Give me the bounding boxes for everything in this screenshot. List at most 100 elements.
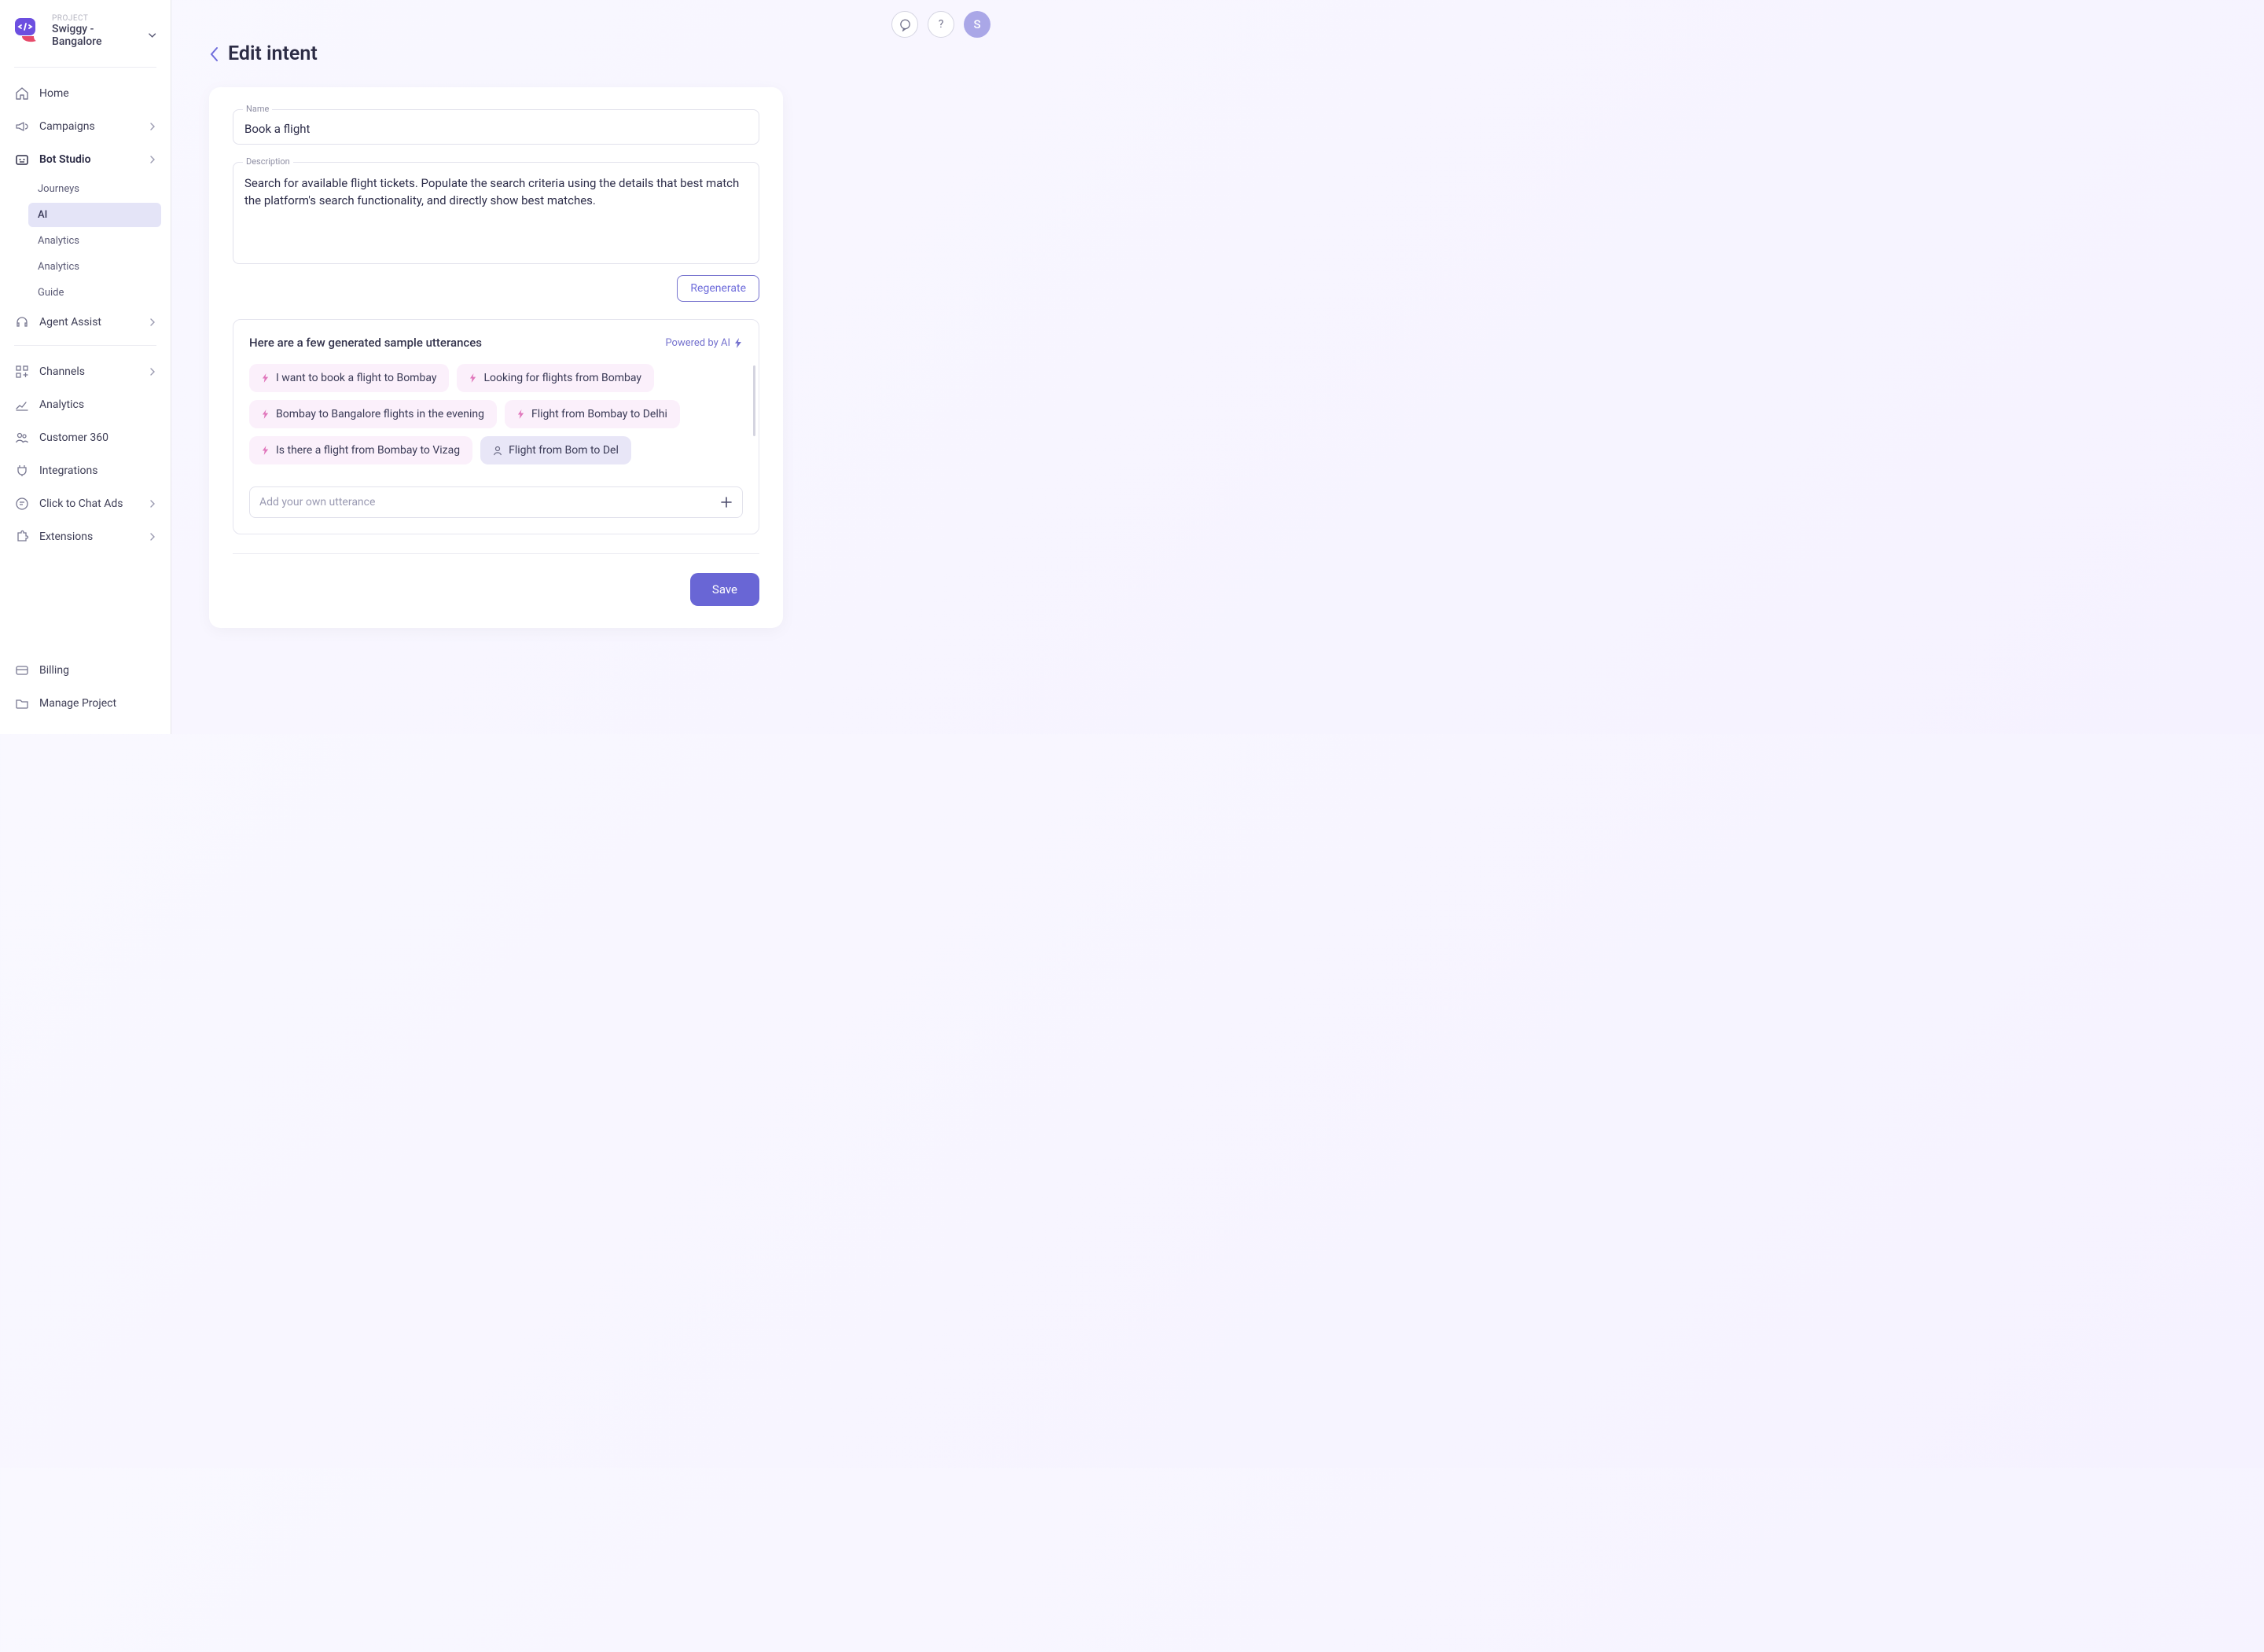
utterance-chip[interactable]: Is there a flight from Bombay to Vizag [249, 436, 472, 464]
utterance-chip[interactable]: Flight from Bombay to Delhi [505, 400, 680, 428]
utterance-text: Flight from Bombay to Delhi [531, 408, 667, 420]
grid-icon [14, 364, 30, 380]
sidebar-item-campaigns[interactable]: Campaigns [0, 110, 171, 143]
speech-bubble-icon [899, 18, 912, 31]
sidebar-item-agent-assist[interactable]: Agent Assist [0, 306, 171, 339]
utterances-title: Here are a few generated sample utteranc… [249, 336, 482, 350]
sidebar-item-home[interactable]: Home [0, 77, 171, 110]
plug-icon [14, 463, 30, 479]
add-utterance-input[interactable] [259, 496, 720, 508]
description-input[interactable] [244, 175, 748, 229]
folder-icon [14, 696, 30, 711]
users-icon [14, 430, 30, 446]
description-field-wrap: Description [233, 162, 759, 264]
card-footer: Save [233, 573, 759, 606]
bolt-icon [262, 373, 270, 383]
chevron-right-icon [149, 318, 156, 326]
utterance-text: Bombay to Bangalore flights in the eveni… [276, 408, 484, 420]
sidebar-item-label: Billing [39, 664, 156, 677]
bolt-icon [262, 446, 270, 455]
sidebar-item-customer360[interactable]: Customer 360 [0, 421, 171, 454]
sub-nav-bot-studio: Journeys AI Analytics Analytics Guide [0, 176, 171, 306]
person-icon [493, 446, 502, 456]
sidebar-item-integrations[interactable]: Integrations [0, 454, 171, 487]
sidebar-item-analytics[interactable]: Analytics [0, 388, 171, 421]
sidebar-subitem-analytics-1[interactable]: Analytics [28, 229, 161, 253]
card-icon [14, 663, 30, 678]
avatar-initial: S [973, 17, 980, 31]
bolt-icon [517, 409, 525, 419]
feedback-button[interactable] [891, 11, 918, 38]
utterances-header: Here are a few generated sample utteranc… [249, 336, 743, 350]
utterance-chip[interactable]: Bombay to Bangalore flights in the eveni… [249, 400, 497, 428]
sidebar-subitem-analytics-2[interactable]: Analytics [28, 255, 161, 279]
avatar[interactable]: S [964, 11, 990, 38]
divider [233, 553, 759, 554]
chevron-right-icon [149, 123, 156, 130]
bolt-icon [469, 373, 477, 383]
sidebar-item-label: Click to Chat Ads [39, 497, 139, 510]
chevron-left-icon [209, 46, 220, 63]
chevron-right-icon [149, 368, 156, 376]
home-icon [14, 86, 30, 101]
plus-icon [720, 496, 733, 508]
utterances-card: Here are a few generated sample utteranc… [233, 319, 759, 534]
logo-block: PROJECT Swiggy - Bangalore [0, 14, 171, 61]
name-field-wrap: Name [233, 109, 759, 145]
sidebar-item-manage-project[interactable]: Manage Project [0, 687, 171, 720]
utterance-text: Flight from Bom to Del [509, 444, 619, 457]
sidebar-subitem-journeys[interactable]: Journeys [28, 177, 161, 201]
sidebar-item-label: Bot Studio [39, 153, 139, 166]
megaphone-icon [14, 119, 30, 134]
bolt-icon [734, 338, 743, 348]
back-button[interactable] [209, 46, 220, 63]
sidebar-item-label: Channels [39, 365, 139, 378]
regenerate-row: Regenerate [233, 275, 759, 302]
name-input[interactable] [244, 122, 748, 136]
nav-secondary: Channels Analytics Customer 360 Integrat… [0, 355, 171, 553]
utterance-chip[interactable]: I want to book a flight to Bombay [249, 364, 449, 392]
bot-icon [14, 152, 30, 167]
question-icon: ? [939, 18, 944, 31]
description-label: Description [243, 156, 293, 167]
chevron-right-icon [149, 533, 156, 541]
save-button[interactable]: Save [690, 573, 759, 606]
sidebar-item-click-to-chat[interactable]: Click to Chat Ads [0, 487, 171, 520]
add-utterance-button[interactable] [720, 496, 733, 508]
bolt-icon [262, 409, 270, 419]
chart-icon [14, 397, 30, 413]
sidebar-item-label: Home [39, 87, 156, 100]
chevron-right-icon [149, 500, 156, 508]
puzzle-icon [14, 529, 30, 545]
help-button[interactable]: ? [928, 11, 954, 38]
page-title: Edit intent [228, 42, 318, 65]
sidebar-item-billing[interactable]: Billing [0, 654, 171, 687]
utterance-text: I want to book a flight to Bombay [276, 372, 436, 384]
sidebar-item-label: Analytics [39, 398, 156, 411]
scrollbar-thumb[interactable] [753, 365, 755, 436]
utterance-text: Looking for flights from Bombay [483, 372, 641, 384]
utterance-chip-user[interactable]: Flight from Bom to Del [480, 436, 631, 464]
sidebar-item-label: Agent Assist [39, 316, 139, 329]
divider [14, 345, 156, 346]
project-name: Swiggy - Bangalore [52, 23, 142, 48]
chevron-down-icon [148, 31, 156, 40]
project-selector[interactable]: Swiggy - Bangalore [52, 23, 156, 48]
regenerate-button[interactable]: Regenerate [677, 275, 759, 302]
nav-bottom: Billing Manage Project [0, 654, 171, 720]
divider [14, 67, 156, 68]
sidebar-item-channels[interactable]: Channels [0, 355, 171, 388]
sidebar-subitem-ai[interactable]: AI [28, 203, 161, 227]
page-header: Edit intent [209, 42, 956, 65]
sidebar-item-bot-studio[interactable]: Bot Studio [0, 143, 171, 176]
sidebar-item-extensions[interactable]: Extensions [0, 520, 171, 553]
utterance-list: I want to book a flight to Bombay Lookin… [249, 364, 743, 464]
chat-icon [14, 496, 30, 512]
utterance-text: Is there a flight from Bombay to Vizag [276, 444, 460, 457]
sidebar-item-label: Extensions [39, 530, 139, 543]
headset-icon [14, 314, 30, 330]
sidebar-subitem-guide[interactable]: Guide [28, 281, 161, 305]
sidebar-item-label: Integrations [39, 464, 156, 477]
sidebar-item-label: Manage Project [39, 697, 156, 710]
utterance-chip[interactable]: Looking for flights from Bombay [457, 364, 654, 392]
